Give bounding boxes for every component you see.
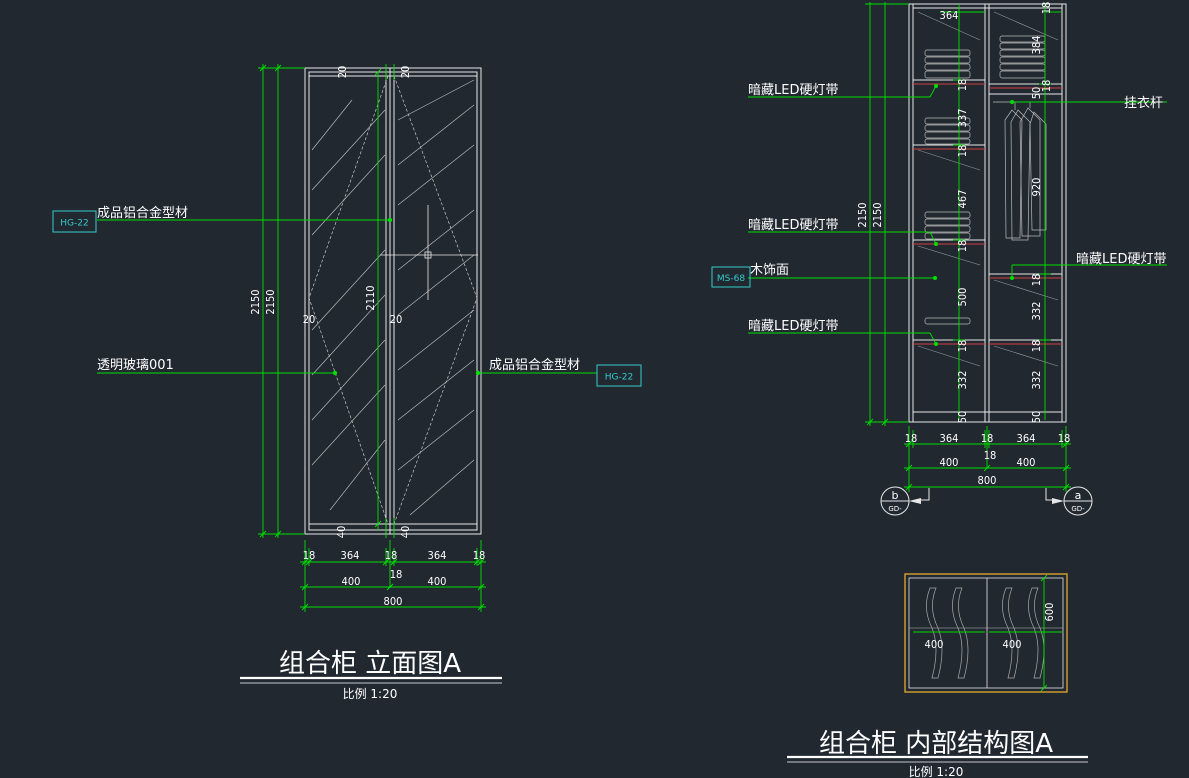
dim-text: 18 [1030,274,1043,287]
cad-crosshair [380,205,478,300]
dim-text: 364 [341,549,360,562]
dim-text: 467 [956,190,969,209]
elevation-view: HG-22 HG-22 成品铝合金型材 透明玻璃001 成品铝合金型材 2150… [52,64,642,701]
dim-text: 384 [1030,36,1043,55]
internal-title: 组合柜 内部结构图A [819,729,1053,759]
dim-text: 20 [336,66,349,79]
leader-dot [332,370,338,376]
section-marker-ref: GD- [888,505,902,513]
dim-text: 18 [1040,2,1053,15]
label-right-profile: 成品铝合金型材 [489,357,580,373]
leader-dot [475,370,481,376]
dim-text: 50 [1030,411,1043,424]
dim-text: 50 [956,411,969,424]
material-tag-right-text: HG-22 [605,373,633,383]
dim-text: 332 [1030,302,1043,321]
elevation-scale: 比例 1:20 [343,687,398,701]
section-marker-letter: a [1075,489,1082,502]
dim-text: 18 [385,549,398,562]
dim-text: 18 [1030,340,1043,353]
dim-text: 20 [303,313,316,326]
dim-text: 364 [940,432,959,445]
label-top-profile: 成品铝合金型材 [97,205,188,221]
hanger-outlines [926,587,1045,679]
section-marker-ref: GD- [1071,505,1085,513]
dim-text: 2150 [264,289,277,314]
dim-text: 18 [473,549,486,562]
dim-text: 400 [342,575,361,588]
dim-text: 18 [303,549,316,562]
dim-text: 50 [1030,87,1043,100]
label-led-right: 暗藏LED硬灯带 [1076,252,1166,267]
plan-view: 600 400 400 [904,573,1068,693]
dim-text: 18 [956,340,969,353]
label-led-2: 暗藏LED硬灯带 [748,218,838,233]
internal-view: 暗藏LED硬灯带 暗藏LED硬灯带 木饰面 暗藏LED硬灯带 挂衣杆 暗藏LED… [711,2,1167,516]
dim-text: 20 [399,66,412,79]
dim-text: 364 [1017,432,1036,445]
elevation-door-swing [308,75,478,525]
internal-cabinet [908,3,1067,423]
leader-dot [933,276,937,280]
section-marker-b[interactable]: b GD- [880,486,930,516]
dim-text: 600 [1043,603,1056,622]
label-rail: 挂衣杆 [1124,95,1163,111]
leader-dot [934,84,938,88]
dim-text: 364 [940,9,959,22]
dim-text: 18 [956,79,969,92]
dim-text: 18 [984,449,997,462]
leader-dot [387,217,393,223]
dim-text: 20 [390,313,403,326]
dim-text: 18 [390,568,403,581]
dim-text: 337 [956,109,969,128]
dim-text: 18 [956,145,969,158]
dim-text: 40 [399,526,412,539]
elevation-cabinet [304,67,482,535]
glass-hatch [311,79,475,516]
dim-text: 400 [1017,456,1036,469]
material-tag-wood-text: MS-68 [717,274,745,284]
elevation-leaders [97,219,597,374]
dim-text: 364 [428,549,447,562]
dim-text: 40 [335,526,348,539]
dim-text: 18 [905,432,918,445]
dim-text: 18 [1058,432,1071,445]
dim-text: 18 [981,432,994,445]
dim-text: 400 [1003,638,1022,651]
label-glass: 透明玻璃001 [97,358,174,373]
internal-vertical-dims [865,2,1051,426]
dim-text: 920 [1030,178,1043,197]
hanging-clothes [993,101,1060,241]
dim-text: 400 [940,456,959,469]
internal-scale: 比例 1:20 [909,765,964,778]
dim-text: 332 [956,371,969,390]
dim-text: 18 [956,240,969,253]
elevation-title: 组合柜 立面图A [279,649,461,679]
dim-text: 2150 [871,202,884,227]
dim-text: 800 [978,474,997,487]
leader-dot [934,242,938,246]
label-wood: 木饰面 [750,263,789,278]
dim-text: 500 [956,288,969,307]
dim-text: 400 [428,575,447,588]
label-led-1: 暗藏LED硬灯带 [748,83,838,98]
material-tag-left-text: HG-22 [60,219,88,229]
dim-text: 332 [1030,371,1043,390]
dim-text: 400 [925,638,944,651]
label-led-3: 暗藏LED硬灯带 [748,319,838,334]
section-marker-letter: b [892,489,899,502]
internal-title-block: 组合柜 内部结构图A 比例 1:20 [787,729,1088,778]
dim-text: 800 [384,595,403,608]
dim-text: 2150 [856,202,869,227]
leader-dot [1010,100,1014,104]
dim-text: 2150 [249,289,262,314]
dim-text: 2110 [364,285,377,310]
leader-dot [1010,276,1014,280]
section-marker-a[interactable]: a GD- [1045,486,1093,516]
leader-dot [934,342,938,346]
